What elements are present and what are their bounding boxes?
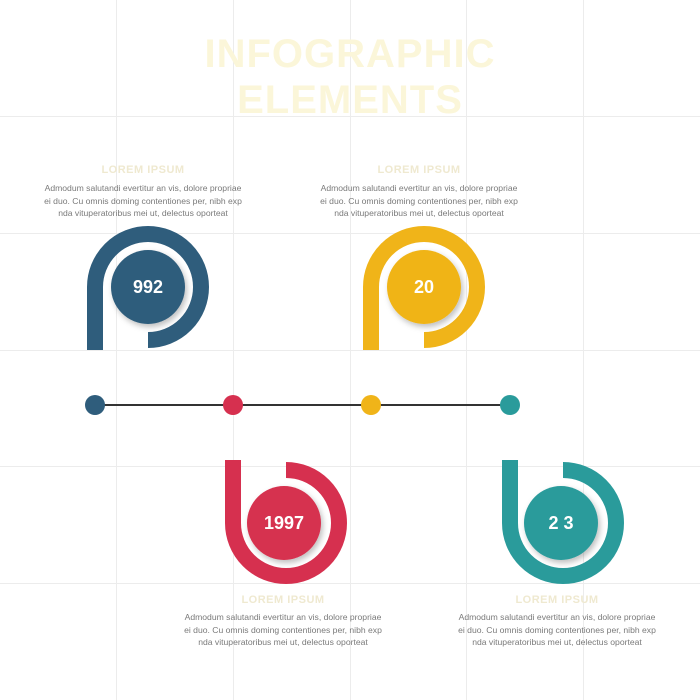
step-1-year: 992 (133, 277, 163, 297)
step-4-dot (500, 395, 520, 415)
step-1-badge: 992 (85, 226, 209, 415)
step-3-badge: 20 (361, 226, 485, 415)
step-3-dot (361, 395, 381, 415)
step-2-year: 1997 (264, 513, 304, 533)
step-4-year: 2 3 (548, 513, 573, 533)
step-2-badge: 1997 (223, 395, 347, 584)
step-4-badge: 2 3 (500, 395, 624, 584)
step-2-dot (223, 395, 243, 415)
timeline-diagram: 992 20 1997 2 3 (85, 226, 624, 584)
step-3-year: 20 (414, 277, 434, 297)
step-1-dot (85, 395, 105, 415)
